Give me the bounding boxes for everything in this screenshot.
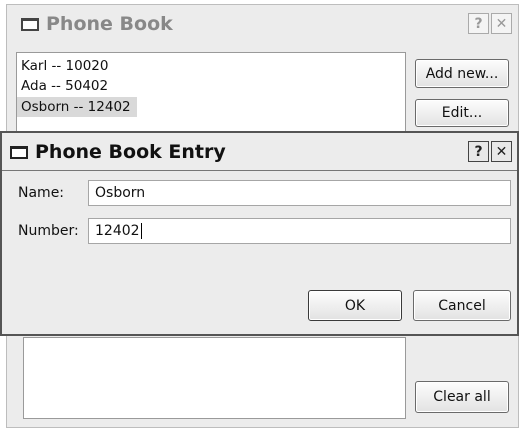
add-new-button[interactable]: Add new... bbox=[415, 59, 509, 88]
title-divider bbox=[2, 170, 517, 171]
dialog-title: Phone Book Entry bbox=[35, 141, 226, 163]
phone-book-entry-dialog: Phone Book Entry ? ✕ Name: Osborn Number… bbox=[0, 131, 519, 336]
name-value: Osborn bbox=[95, 185, 146, 201]
text-cursor bbox=[140, 223, 142, 239]
dialog-help-button[interactable]: ? bbox=[468, 141, 489, 162]
cancel-button[interactable]: Cancel bbox=[413, 290, 511, 321]
help-icon: ? bbox=[474, 143, 483, 160]
name-label: Name: bbox=[18, 185, 65, 201]
dialog-close-button[interactable]: ✕ bbox=[491, 141, 512, 162]
close-button[interactable]: ✕ bbox=[491, 13, 512, 34]
number-field[interactable]: 12402 bbox=[88, 218, 511, 244]
name-field[interactable]: Osborn bbox=[88, 180, 511, 206]
number-label: Number: bbox=[18, 223, 79, 239]
number-value: 12402 bbox=[95, 223, 140, 239]
close-icon: ✕ bbox=[495, 15, 508, 32]
ok-button[interactable]: OK bbox=[308, 290, 402, 321]
edit-button[interactable]: Edit... bbox=[415, 99, 509, 127]
list-item-selected[interactable]: Osborn -- 12402 bbox=[17, 97, 137, 117]
list-item[interactable]: Karl -- 10020 bbox=[17, 56, 405, 76]
help-icon: ? bbox=[474, 15, 483, 32]
phone-book-titlebar: Phone Book bbox=[7, 5, 518, 43]
window-system-icon bbox=[21, 17, 39, 31]
lower-panel bbox=[23, 337, 406, 419]
list-item[interactable]: Ada -- 50402 bbox=[17, 76, 405, 96]
phone-list[interactable]: Karl -- 10020 Ada -- 50402 Osborn -- 124… bbox=[16, 52, 406, 132]
dialog-titlebar: Phone Book Entry bbox=[2, 133, 517, 171]
clear-all-button[interactable]: Clear all bbox=[415, 381, 509, 413]
window-system-icon bbox=[10, 145, 28, 159]
help-button[interactable]: ? bbox=[468, 13, 489, 34]
phone-book-title: Phone Book bbox=[46, 13, 173, 35]
close-icon: ✕ bbox=[495, 143, 508, 160]
